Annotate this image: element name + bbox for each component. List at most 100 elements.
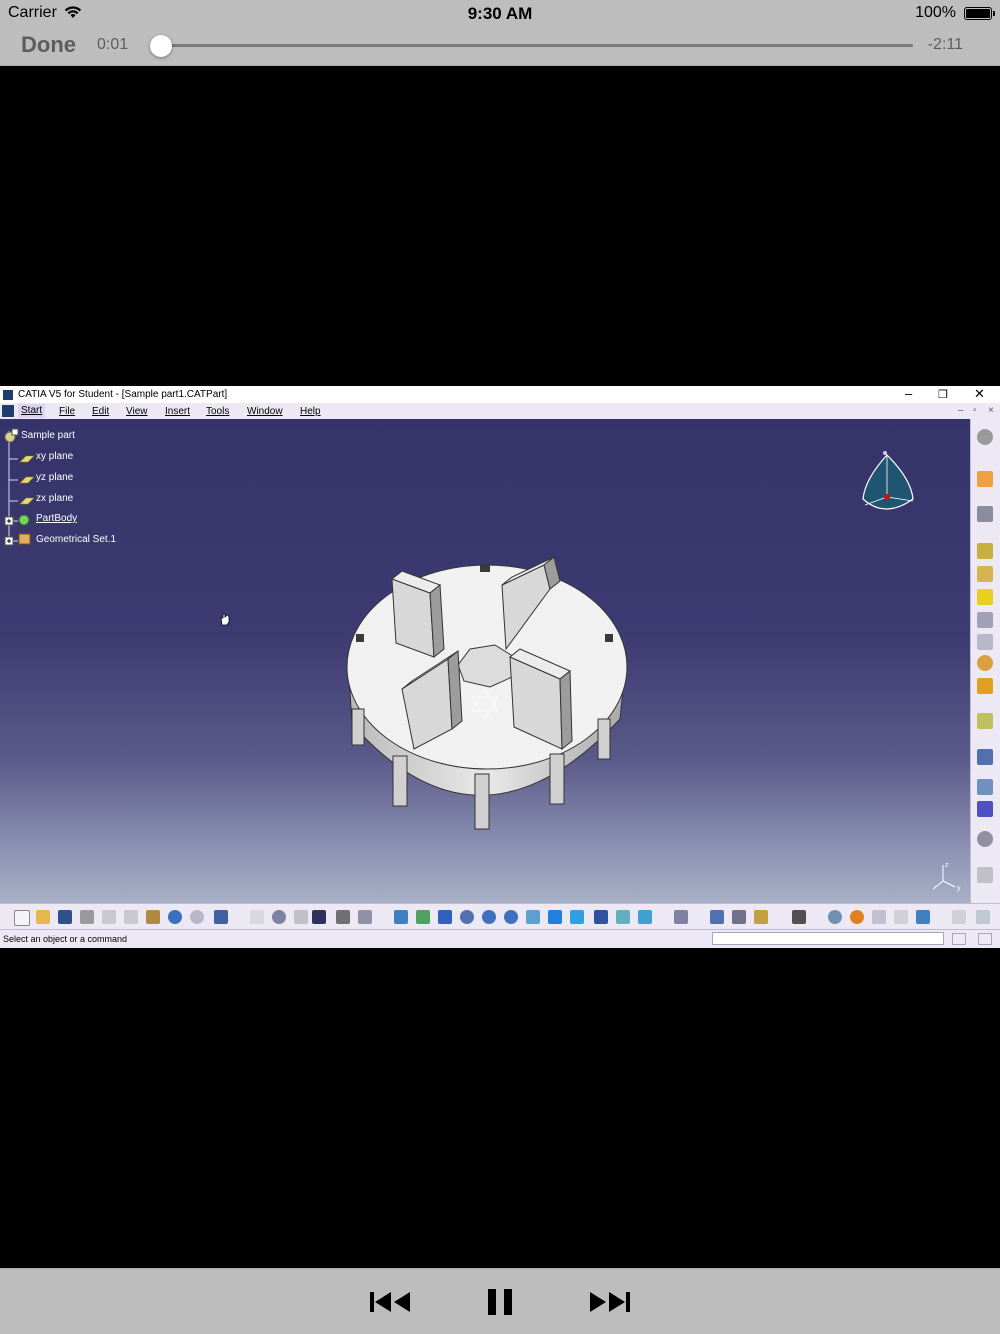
tree-item-yz-plane[interactable]: yz plane — [36, 472, 73, 483]
3d-viewport[interactable]: Sample part xy plane yz plane zx plane P… — [0, 419, 970, 903]
document-icon — [2, 405, 14, 417]
tree-item-partbody[interactable]: PartBody — [36, 513, 77, 524]
tree-item-geometrical-set[interactable]: Geometrical Set.1 — [36, 534, 116, 545]
whats-this-icon[interactable] — [214, 910, 228, 924]
command-button-1[interactable] — [952, 933, 966, 945]
command-input[interactable] — [712, 932, 944, 945]
groove-icon[interactable] — [977, 612, 993, 628]
menu-view[interactable]: View — [126, 406, 148, 417]
fly-mode-icon[interactable] — [394, 910, 408, 924]
doc-restore-icon[interactable]: ▫ — [973, 405, 977, 416]
copy-icon[interactable] — [124, 910, 138, 924]
scrubber-track[interactable] — [150, 44, 913, 47]
paste-icon[interactable] — [146, 910, 160, 924]
pattern-icon[interactable] — [977, 801, 993, 817]
menu-file[interactable]: File — [59, 406, 75, 417]
list-icon[interactable] — [358, 910, 372, 924]
draft-icon[interactable] — [977, 713, 993, 729]
menu-help[interactable]: Help — [300, 406, 321, 417]
measure-icon[interactable] — [977, 867, 993, 883]
grid-icon[interactable] — [916, 910, 930, 924]
refresh-icon[interactable] — [828, 910, 842, 924]
table-icon[interactable] — [312, 910, 326, 924]
player-bottom-bar — [0, 1268, 1000, 1334]
bottom-toolbar — [0, 903, 1000, 929]
menu-start[interactable]: Start — [18, 404, 46, 418]
catalog-icon[interactable] — [336, 910, 350, 924]
redo-icon[interactable] — [190, 910, 204, 924]
save-icon[interactable] — [58, 910, 72, 924]
catia-title-bar: CATIA V5 for Student - [Sample part1.CAT… — [0, 386, 1000, 403]
light-icon[interactable] — [294, 910, 308, 924]
close-icon[interactable]: ✕ — [974, 386, 985, 402]
units-icon[interactable] — [952, 910, 966, 924]
update-icon[interactable] — [674, 910, 688, 924]
doc-close-icon[interactable]: × — [988, 405, 994, 416]
swap-space-icon[interactable] — [638, 910, 652, 924]
knowledge-icon[interactable] — [272, 910, 286, 924]
zoom-out-icon[interactable] — [504, 910, 518, 924]
hide-show-icon[interactable] — [616, 910, 630, 924]
catia-status-bar: Select an object or a command — [0, 929, 1000, 948]
cut-icon[interactable] — [102, 910, 116, 924]
new-icon[interactable] — [14, 910, 30, 926]
shaft-icon[interactable] — [977, 589, 993, 605]
tree-item-zx-plane[interactable]: zx plane — [36, 493, 73, 504]
catia-menu-bar: Start File Edit View Insert Tools Window… — [0, 403, 1000, 419]
hand-cursor-icon — [220, 613, 230, 626]
doc-minimize-icon[interactable]: – — [958, 405, 964, 416]
menu-insert[interactable]: Insert — [165, 406, 190, 417]
multi-view-icon[interactable] — [548, 910, 562, 924]
sketcher-icon[interactable] — [977, 506, 993, 522]
pocket-icon[interactable] — [977, 566, 993, 582]
tree-item-xy-plane[interactable]: xy plane — [36, 451, 73, 462]
window-title: CATIA V5 for Student - [Sample part1.CAT… — [18, 389, 228, 400]
hole-icon[interactable] — [977, 634, 993, 650]
rewind-icon[interactable] — [368, 1285, 412, 1319]
mirror-icon[interactable] — [977, 779, 993, 795]
restore-icon[interactable]: ❐ — [938, 388, 948, 401]
axis-triad-icon: z y — [932, 862, 961, 892]
fit-all-icon[interactable] — [416, 910, 430, 924]
clock: 9:30 AM — [467, 4, 533, 23]
status-message: Select an object or a command — [3, 934, 128, 944]
undo-icon[interactable] — [168, 910, 182, 924]
rotate-icon[interactable] — [460, 910, 474, 924]
3d-part-model — [346, 556, 628, 830]
hand-tool-icon[interactable] — [850, 910, 864, 924]
pad-icon[interactable] — [977, 543, 993, 559]
scrubber-thumb[interactable] — [150, 35, 173, 57]
scale-icon[interactable] — [977, 831, 993, 847]
menu-window[interactable]: Window — [247, 406, 283, 417]
fast-forward-icon[interactable] — [588, 1285, 632, 1319]
mass-properties-icon[interactable] — [754, 910, 768, 924]
capture-icon[interactable] — [792, 910, 806, 924]
normal-view-icon[interactable] — [526, 910, 540, 924]
right-toolbar — [970, 419, 1000, 903]
print-icon[interactable] — [80, 910, 94, 924]
boolean-icon[interactable] — [977, 749, 993, 765]
pause-icon[interactable] — [484, 1285, 516, 1319]
measure-between-icon[interactable] — [710, 910, 724, 924]
minimize-icon[interactable]: – — [905, 386, 912, 401]
pan-icon[interactable] — [438, 910, 452, 924]
select-arrow-icon[interactable] — [977, 471, 993, 487]
iso-view-icon[interactable] — [570, 910, 584, 924]
open-icon[interactable] — [36, 910, 50, 924]
fillet-icon[interactable] — [977, 678, 993, 694]
command-button-2[interactable] — [978, 933, 992, 945]
video-frame[interactable]: CATIA V5 for Student - [Sample part1.CAT… — [0, 386, 1000, 948]
menu-tools[interactable]: Tools — [206, 406, 229, 417]
axis-system-icon[interactable] — [872, 910, 886, 924]
rib-icon[interactable] — [977, 655, 993, 671]
shading-icon[interactable] — [594, 910, 608, 924]
tree-item-sample-part[interactable]: Sample part — [21, 430, 75, 441]
done-button[interactable]: Done — [21, 32, 76, 58]
measure-item-icon[interactable] — [732, 910, 746, 924]
menu-edit[interactable]: Edit — [92, 406, 109, 417]
settings-icon[interactable] — [977, 429, 993, 445]
zoom-in-icon[interactable] — [482, 910, 496, 924]
formula-icon[interactable] — [250, 910, 264, 924]
compass-icon[interactable] — [855, 449, 925, 529]
snap-icon[interactable] — [894, 910, 908, 924]
